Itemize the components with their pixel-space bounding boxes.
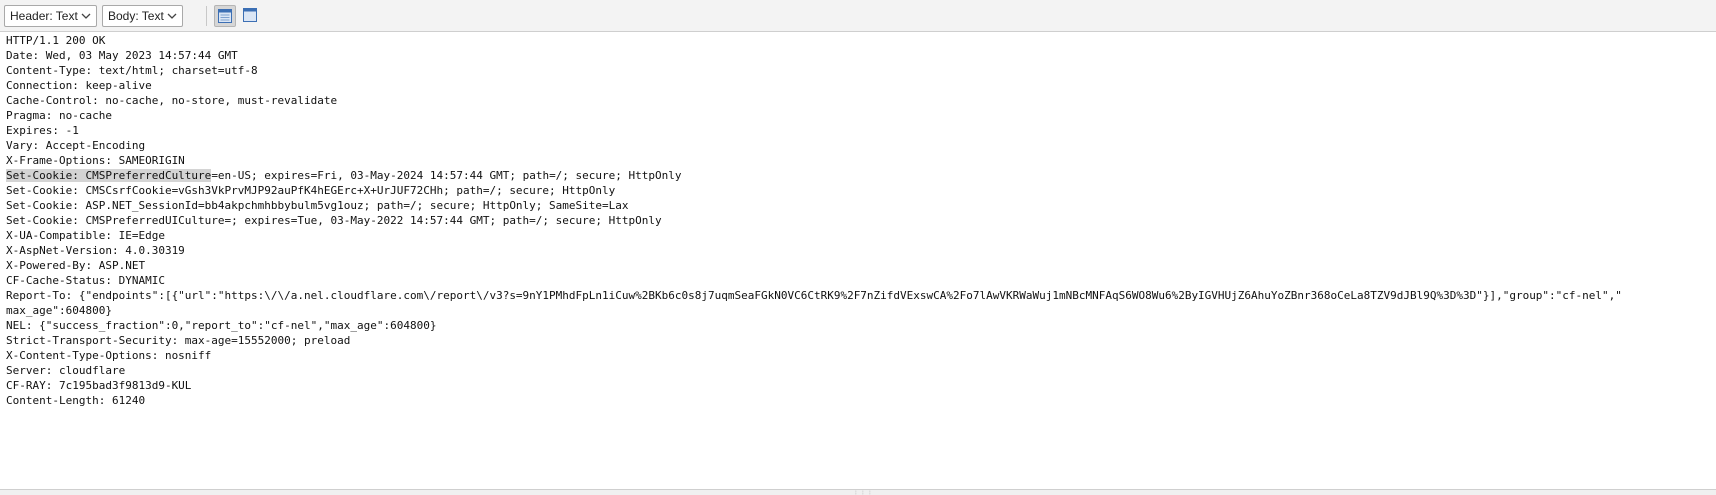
header-line: Cache-Control: no-cache, no-store, must-… xyxy=(6,94,338,107)
body-format-label: Body: Text xyxy=(108,9,164,23)
header-line: Set-Cookie: ASP.NET_SessionId=bb4akpchmh… xyxy=(6,199,629,212)
header-line: Vary: Accept-Encoding xyxy=(6,139,146,152)
header-line: X-AspNet-Version: 4.0.30319 xyxy=(6,244,185,257)
header-line: NEL: {"success_fraction":0,"report_to":"… xyxy=(6,319,437,332)
header-line: Strict-Transport-Security: max-age=15552… xyxy=(6,334,351,347)
header-line: Date: Wed, 03 May 2023 14:57:44 GMT xyxy=(6,49,238,62)
header-line: max_age":604800} xyxy=(6,304,112,317)
header-line: Connection: keep-alive xyxy=(6,79,152,92)
header-line-rest: =en-US; expires=Fri, 03-May-2024 14:57:4… xyxy=(211,169,682,182)
drag-handle-icon[interactable]: ⋮⋮⋮ xyxy=(853,491,874,495)
single-view-button[interactable] xyxy=(240,5,262,27)
header-line-selected: Set-Cookie: CMSPreferredCulture=en-US; e… xyxy=(6,168,682,183)
header-line: Report-To: {"endpoints":[{"url":"https:\… xyxy=(6,289,1622,302)
header-line: X-Powered-By: ASP.NET xyxy=(6,259,146,272)
text-selection: Set-Cookie: CMSPreferredCulture xyxy=(6,169,212,182)
response-headers-panel[interactable]: HTTP/1.1 200 OK Date: Wed, 03 May 2023 1… xyxy=(0,32,1716,489)
header-line: X-UA-Compatible: IE=Edge xyxy=(6,229,165,242)
split-view-icon xyxy=(218,9,232,23)
header-line: Pragma: no-cache xyxy=(6,109,112,122)
header-line: X-Frame-Options: SAMEORIGIN xyxy=(6,154,185,167)
header-line: Content-Length: 61240 xyxy=(6,394,146,407)
header-line: X-Content-Type-Options: nosniff xyxy=(6,349,212,362)
single-view-icon xyxy=(243,8,257,22)
header-line: CF-RAY: 7c195bad3f9813d9-KUL xyxy=(6,379,192,392)
header-line: HTTP/1.1 200 OK xyxy=(6,34,106,47)
toolbar: Header: Text Body: Text xyxy=(0,0,1716,32)
chevron-down-icon xyxy=(81,13,91,19)
header-format-select[interactable]: Header: Text xyxy=(4,5,97,27)
header-format-label: Header: Text xyxy=(10,9,78,23)
header-line: Set-Cookie: CMSCsrfCookie=vGsh3VkPrvMJP9… xyxy=(6,184,616,197)
header-line: CF-Cache-Status: DYNAMIC xyxy=(6,274,165,287)
header-line: Content-Type: text/html; charset=utf-8 xyxy=(6,64,258,77)
response-viewer: Header: Text Body: Text HTTP/1.1 200 OK … xyxy=(0,0,1716,495)
header-line: Server: cloudflare xyxy=(6,364,126,377)
body-format-select[interactable]: Body: Text xyxy=(102,5,183,27)
toolbar-divider xyxy=(206,6,207,26)
chevron-down-icon xyxy=(167,13,177,19)
header-line: Set-Cookie: CMSPreferredUICulture=; expi… xyxy=(6,214,662,227)
header-line: Expires: -1 xyxy=(6,124,79,137)
split-view-button[interactable] xyxy=(214,5,236,27)
